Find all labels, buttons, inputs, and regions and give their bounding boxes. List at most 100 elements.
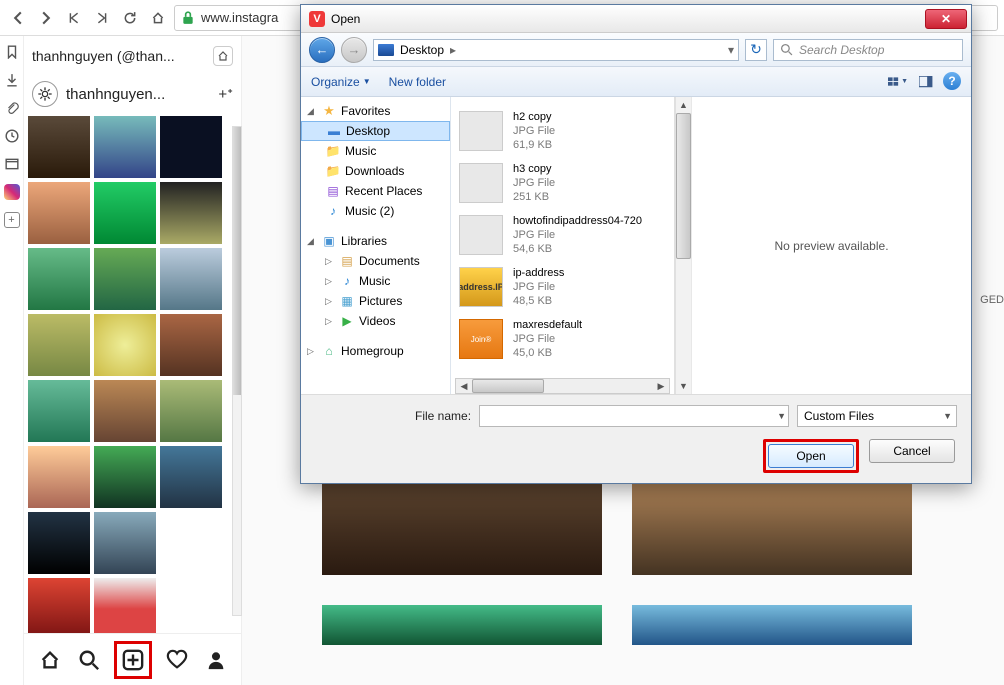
tree-recent[interactable]: ▤Recent Places (301, 181, 450, 201)
chevron-down-icon[interactable]: ▾ (728, 43, 734, 57)
post-thumb[interactable] (28, 116, 90, 178)
home-button[interactable] (146, 6, 170, 30)
file-item[interactable]: howtofindipaddress04-720JPG File54,6 KB (459, 209, 666, 261)
open-button[interactable]: Open (768, 444, 854, 468)
post-thumb[interactable] (94, 512, 156, 574)
open-button-highlight: Open (763, 439, 859, 473)
file-area: h2 copyJPG File61,9 KB h3 copyJPG File25… (451, 97, 971, 394)
dialog-titlebar[interactable]: V Open ✕ (301, 5, 971, 33)
nav-heart-icon[interactable] (163, 646, 191, 674)
post-thumb[interactable] (94, 248, 156, 310)
post-thumb[interactable] (160, 512, 222, 574)
post-thumb[interactable] (28, 248, 90, 310)
post-thumb[interactable] (28, 314, 90, 376)
panel-subheader: thanhnguyen... +ᐩ (24, 76, 241, 112)
dialog-toolbar: Organize ▼ New folder ▼ ? (301, 67, 971, 97)
post-thumb[interactable] (94, 314, 156, 376)
help-button[interactable]: ? (943, 72, 961, 90)
tree-downloads[interactable]: 📁Downloads (301, 161, 450, 181)
post-thumb[interactable] (94, 182, 156, 244)
post-thumb[interactable] (160, 314, 222, 376)
add-panel-button[interactable]: + (4, 212, 20, 228)
feed-post[interactable] (632, 605, 912, 645)
new-folder-button[interactable]: New folder (389, 75, 446, 89)
post-thumb[interactable] (160, 248, 222, 310)
lock-icon (181, 11, 195, 25)
tree-pictures[interactable]: ▷▦Pictures (301, 291, 450, 311)
refresh-button[interactable]: ↻ (745, 39, 767, 61)
post-thumb[interactable] (28, 380, 90, 442)
horizontal-scrollbar[interactable]: ◀▶ (455, 378, 670, 394)
gear-icon[interactable] (32, 81, 58, 107)
post-thumb[interactable] (160, 182, 222, 244)
add-story-button[interactable]: +ᐩ (218, 85, 233, 103)
post-thumb[interactable] (28, 446, 90, 508)
nav-forward-button[interactable]: → (341, 37, 367, 63)
dialog-bottom: File name: ▼ Custom Files▼ Open Cancel (301, 394, 971, 483)
file-item[interactable]: h2 copyJPG File61,9 KB (459, 105, 666, 157)
forward-button[interactable] (34, 6, 58, 30)
download-icon[interactable] (4, 72, 20, 88)
search-placeholder: Search Desktop (799, 43, 884, 57)
nav-home-icon[interactable] (36, 646, 64, 674)
chevron-down-icon[interactable]: ▼ (777, 411, 786, 421)
file-item[interactable]: Join® maxresdefaultJPG File45,0 KB (459, 313, 666, 365)
post-thumb[interactable] (94, 578, 156, 633)
desktop-icon (378, 44, 394, 56)
nav-profile-icon[interactable] (202, 646, 230, 674)
tree-music2[interactable]: ♪Music (2) (301, 201, 450, 221)
chevron-right-icon[interactable]: ▸ (450, 43, 456, 57)
nav-add-post-button[interactable] (119, 646, 147, 674)
folder-tree: ◢★Favorites ▬Desktop 📁Music 📁Downloads ▤… (301, 97, 451, 394)
vertical-scrollbar[interactable]: ▲▼ (675, 97, 691, 394)
history-icon[interactable] (4, 128, 20, 144)
tree-homegroup[interactable]: ▷⌂Homegroup (301, 341, 450, 361)
path-breadcrumb[interactable]: Desktop ▸ ▾ (373, 39, 739, 61)
panel-home-icon[interactable] (213, 46, 233, 66)
bookmarks-icon[interactable] (4, 44, 20, 60)
tree-documents[interactable]: ▷▤Documents (301, 251, 450, 271)
nav-search-icon[interactable] (75, 646, 103, 674)
post-thumb[interactable] (28, 182, 90, 244)
post-thumb[interactable] (160, 380, 222, 442)
tree-libraries[interactable]: ◢▣Libraries (301, 231, 450, 251)
file-list: h2 copyJPG File61,9 KB h3 copyJPG File25… (451, 97, 675, 394)
reload-button[interactable] (118, 6, 142, 30)
filename-input[interactable]: ▼ (479, 405, 789, 427)
organize-menu[interactable]: Organize ▼ (311, 75, 371, 89)
file-item[interactable]: h3 copyJPG File251 KB (459, 157, 666, 209)
preview-pane-button[interactable] (915, 72, 937, 92)
search-input[interactable]: Search Desktop (773, 39, 963, 61)
post-thumb[interactable] (94, 380, 156, 442)
tree-desktop[interactable]: ▬Desktop (301, 121, 450, 141)
tree-favorites[interactable]: ◢★Favorites (301, 101, 450, 121)
post-thumb[interactable] (28, 578, 90, 633)
nav-back-button[interactable]: ← (309, 37, 335, 63)
post-thumb[interactable] (160, 578, 222, 633)
panel-scrollbar[interactable] (232, 126, 242, 616)
post-thumb[interactable] (160, 446, 222, 508)
close-button[interactable]: ✕ (925, 9, 967, 29)
view-mode-button[interactable]: ▼ (887, 72, 909, 92)
attach-icon[interactable] (4, 100, 20, 116)
filetype-select[interactable]: Custom Files▼ (797, 405, 957, 427)
file-item[interactable]: address.IP ip-addressJPG File48,5 KB (459, 261, 666, 313)
instagram-icon[interactable] (4, 184, 20, 200)
cancel-button[interactable]: Cancel (869, 439, 955, 463)
post-thumb[interactable] (160, 116, 222, 178)
post-thumb[interactable] (94, 446, 156, 508)
post-thumb[interactable] (94, 116, 156, 178)
preview-text: No preview available. (774, 239, 888, 253)
window-icon[interactable] (4, 156, 20, 172)
tree-videos[interactable]: ▷▶Videos (301, 311, 450, 331)
feed-post[interactable] (322, 605, 602, 645)
post-thumb[interactable] (28, 512, 90, 574)
tree-music[interactable]: 📁Music (301, 141, 450, 161)
add-post-highlight (114, 641, 152, 679)
back-button[interactable] (6, 6, 30, 30)
chevron-down-icon[interactable]: ▼ (943, 411, 952, 421)
tree-music-lib[interactable]: ▷♪Music (301, 271, 450, 291)
bottom-nav (24, 633, 241, 685)
fast-forward-button[interactable] (90, 6, 114, 30)
rewind-button[interactable] (62, 6, 86, 30)
